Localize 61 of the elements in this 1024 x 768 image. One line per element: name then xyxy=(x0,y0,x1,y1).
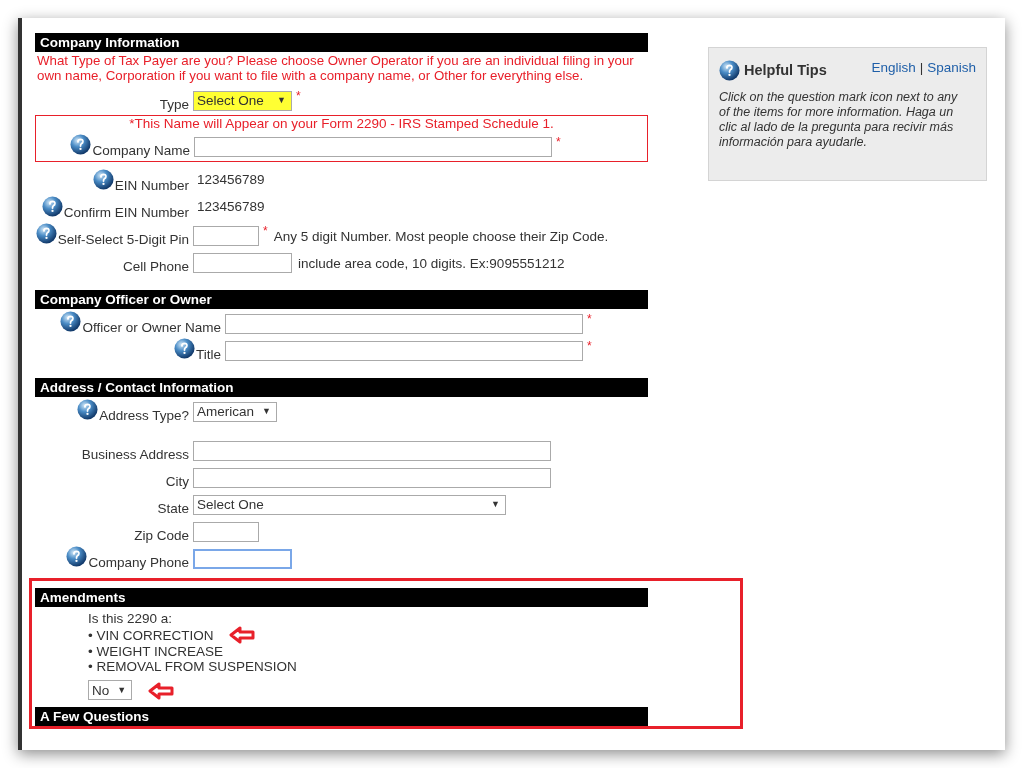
separator-text: | xyxy=(919,59,924,77)
field-label: City xyxy=(165,474,189,489)
field-label: Cell Phone xyxy=(122,259,189,274)
field-label: Business Address xyxy=(81,447,189,462)
field-label: State xyxy=(157,501,189,516)
required-asterisk: * xyxy=(587,338,592,355)
field-label: Self-Select 5-Digit Pin xyxy=(57,232,189,247)
field-value: 123456789 xyxy=(197,171,265,189)
field-label: Type xyxy=(159,97,189,112)
help-icon[interactable] xyxy=(35,223,57,244)
field-label: Officer or Owner Name xyxy=(82,320,221,335)
field-label: Company Phone xyxy=(88,555,189,570)
help-icon[interactable] xyxy=(66,546,88,567)
input-field[interactable] xyxy=(194,137,552,157)
help-icon[interactable] xyxy=(41,196,63,217)
required-asterisk: * xyxy=(263,223,268,240)
input-field[interactable] xyxy=(193,468,551,488)
field-label: EIN Number xyxy=(114,178,189,193)
hint-text: include area code, 10 digits. Ex:9095551212 xyxy=(298,255,565,272)
field-label: Address Type? xyxy=(99,408,189,423)
input-field[interactable] xyxy=(193,253,292,273)
help-icon[interactable] xyxy=(92,169,114,190)
instruction-text: What Type of Tax Payer are you? Please choose Owner Operator if you are an individual filing in your own name, Corporation if you want to file with a company name, or Other for everything else. xyxy=(37,53,635,83)
language-link[interactable]: English xyxy=(871,58,916,79)
input-field[interactable] xyxy=(225,341,583,361)
input-field[interactable] xyxy=(193,522,259,542)
amendment-text: • VIN CORRECTION xyxy=(88,627,214,643)
input-field[interactable] xyxy=(193,549,292,569)
amendment-text: • REMOVAL FROM SUSPENSION xyxy=(88,659,297,674)
input-field[interactable] xyxy=(225,314,583,334)
field-label: Title xyxy=(196,347,221,362)
field-label: Confirm EIN Number xyxy=(63,205,189,220)
language-link[interactable]: Spanish xyxy=(927,58,976,79)
help-icon[interactable] xyxy=(70,134,92,155)
help-icon[interactable] xyxy=(719,60,740,82)
notice-text: *This Name will Appear on your Form 2290 - IRS Stamped Schedule 1. xyxy=(128,116,555,132)
help-icon[interactable] xyxy=(60,311,82,332)
section-header: Amendments xyxy=(35,588,648,607)
required-asterisk: * xyxy=(587,311,592,328)
dropdown[interactable]: Select One ▼ xyxy=(193,495,506,515)
amendment-text: • WEIGHT INCREASE xyxy=(88,644,223,659)
dropdown[interactable]: No ▼ xyxy=(88,680,133,700)
dropdown[interactable]: Select One ▼ xyxy=(193,91,292,111)
required-asterisk: * xyxy=(556,134,561,151)
section-header: Address / Contact Information xyxy=(35,378,648,397)
hint-text: Any 5 digit Number. Most people choose their Zip Code. xyxy=(273,228,609,245)
section-header: Company Officer or Owner xyxy=(35,290,648,309)
required-asterisk: * xyxy=(296,88,301,105)
input-field[interactable] xyxy=(193,441,551,461)
input-field[interactable] xyxy=(193,226,259,246)
help-icon[interactable] xyxy=(77,399,99,420)
section-header: Company Information xyxy=(35,33,648,52)
field-label: Company Name xyxy=(92,143,190,158)
tips-text: Click on the question mark icon next to any of the items for more information. Haga un clic al lado de la pregunta para recivir más información para ayudarle. xyxy=(719,89,959,150)
field-label: Zip Code xyxy=(134,528,189,543)
dropdown[interactable]: American ▼ xyxy=(193,402,277,422)
help-icon[interactable] xyxy=(174,338,195,359)
section-header: A Few Questions xyxy=(35,707,648,726)
panel-title: Helpful Tips xyxy=(744,61,827,80)
field-value: 123456789 xyxy=(197,198,265,216)
amendment-text: Is this 2290 a: xyxy=(88,611,173,626)
